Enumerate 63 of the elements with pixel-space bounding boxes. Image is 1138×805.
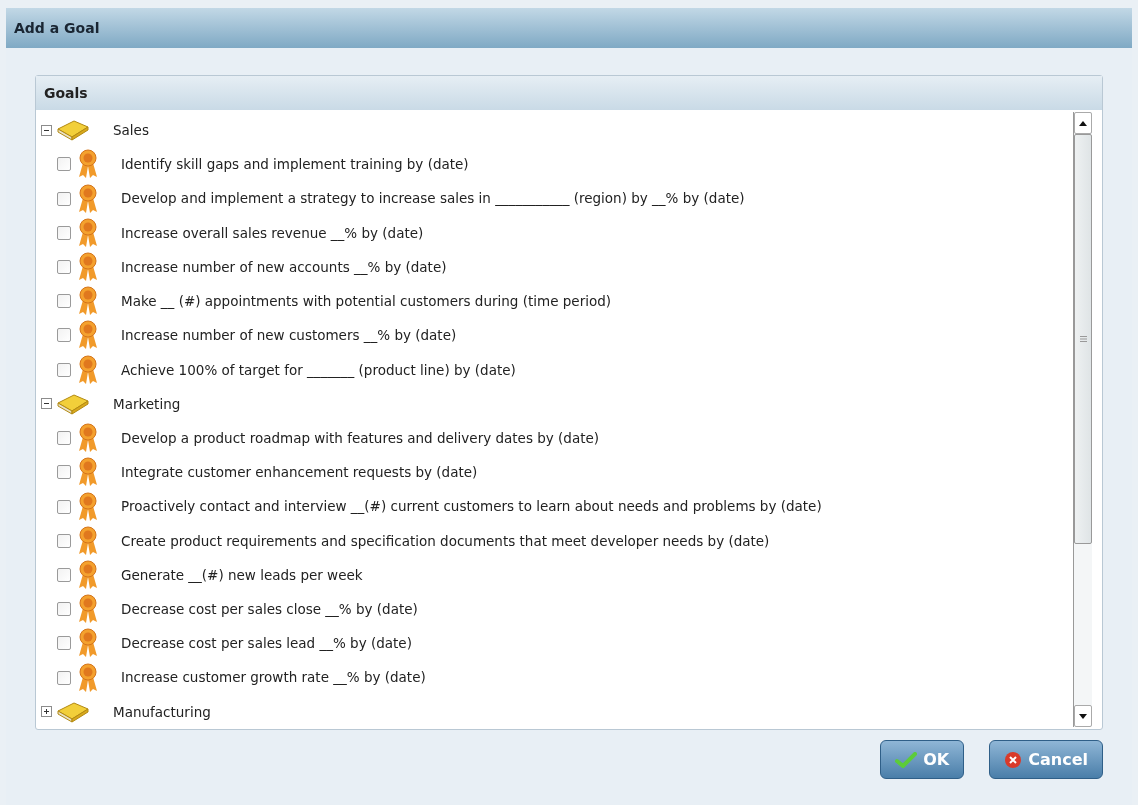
- ribbon-award-icon: [77, 525, 99, 556]
- checkbox[interactable]: [57, 636, 71, 651]
- ribbon-award-icon: [77, 628, 99, 659]
- goal-text[interactable]: Integrate customer enhancement requests by (date): [121, 462, 478, 483]
- ribbon-award-icon: [77, 354, 99, 385]
- ribbon-award-icon: [77, 491, 99, 522]
- checkbox[interactable]: [57, 225, 71, 240]
- ribbon-award-icon: [77, 559, 99, 590]
- checkbox[interactable]: [57, 191, 71, 206]
- checkbox[interactable]: [57, 602, 71, 617]
- ribbon-award-icon: [77, 662, 99, 693]
- group-label[interactable]: Manufacturing: [113, 701, 211, 722]
- goal-text[interactable]: Develop and implement a strategy to increase sales in ___________ (region) by __% by (date): [121, 188, 745, 209]
- ribbon-award-icon: [77, 594, 99, 625]
- checkbox[interactable]: [57, 362, 71, 377]
- ribbon-award-icon: [77, 457, 99, 488]
- ribbon-award-icon: [77, 252, 99, 282]
- checkbox[interactable]: [57, 465, 71, 480]
- checkbox[interactable]: [57, 431, 71, 446]
- goal-text[interactable]: Proactively contact and interview __(#) current customers to learn about needs and problems by (date): [121, 496, 822, 517]
- goal-text[interactable]: Develop a product roadmap with features and delivery dates by (date): [121, 427, 600, 449]
- scroll-up-icon[interactable]: [1074, 112, 1092, 134]
- book-icon: [56, 392, 90, 415]
- goal-text[interactable]: Increase number of new accounts __% by (date): [121, 256, 447, 278]
- goal-text[interactable]: Identify skill gaps and implement training by (date): [121, 154, 469, 175]
- scroll-thumb[interactable]: [1074, 134, 1092, 544]
- ribbon-award-icon: [77, 286, 99, 317]
- expand-toggle[interactable]: [41, 706, 52, 718]
- checkbox[interactable]: [57, 567, 71, 582]
- checkbox[interactable]: [57, 328, 71, 343]
- goal-text[interactable]: Decrease cost per sales close __% by (date): [121, 599, 418, 620]
- book-icon: [56, 119, 90, 142]
- goal-text[interactable]: Create product requirements and specification documents that meet developer needs by (date): [121, 530, 770, 551]
- checkbox[interactable]: [57, 260, 71, 274]
- window-title: Add a Goal: [14, 18, 100, 38]
- plus-icon: [43, 708, 50, 716]
- scrollbar[interactable]: [1073, 112, 1092, 727]
- scroll-down-icon[interactable]: [1074, 705, 1092, 727]
- goal-text[interactable]: Make __ (#) appointments with potential customers during (time period): [121, 291, 612, 312]
- ribbon-award-icon: [77, 183, 99, 214]
- collapse-toggle[interactable]: [41, 124, 52, 136]
- ribbon-award-icon: [77, 149, 99, 180]
- goal-text[interactable]: Increase customer growth rate __% by (date): [121, 667, 426, 688]
- group-label[interactable]: Sales: [113, 120, 149, 141]
- ribbon-award-icon: [77, 217, 99, 248]
- checkbox[interactable]: [57, 294, 71, 309]
- goal-text[interactable]: Achieve 100% of target for _______ (product line) by (date): [121, 359, 516, 380]
- goal-text[interactable]: Generate __(#) new leads per week: [121, 564, 363, 586]
- panel-title: Goals: [44, 83, 88, 103]
- goal-text[interactable]: Increase overall sales revenue __% by (date): [121, 222, 424, 243]
- group-label[interactable]: Marketing: [113, 393, 181, 414]
- checkbox[interactable]: [57, 670, 71, 685]
- goal-text[interactable]: Decrease cost per sales lead __% by (date): [121, 633, 412, 654]
- collapse-toggle[interactable]: [41, 398, 52, 410]
- ribbon-award-icon: [77, 423, 99, 454]
- close-icon: [1004, 750, 1023, 769]
- ribbon-award-icon: [77, 320, 99, 351]
- checkbox[interactable]: [57, 533, 71, 548]
- checkmark-icon: [895, 751, 918, 768]
- checkbox[interactable]: [57, 157, 71, 172]
- goal-text[interactable]: Increase number of new customers __% by (date): [121, 325, 457, 346]
- book-icon: [56, 700, 90, 723]
- checkbox[interactable]: [57, 499, 71, 514]
